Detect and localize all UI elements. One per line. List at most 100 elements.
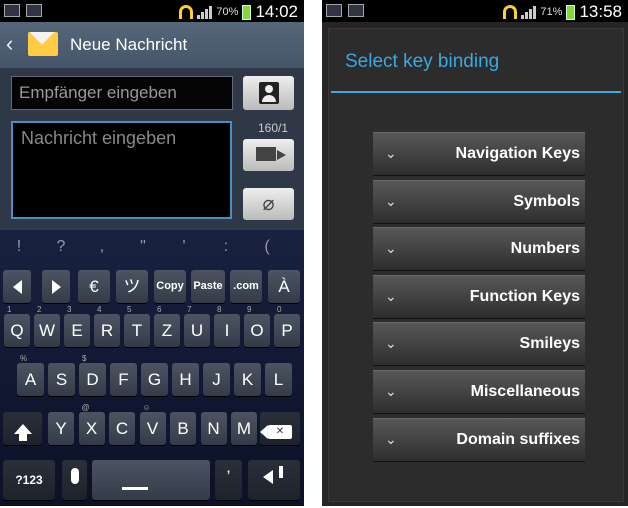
recipient-input[interactable]: Empfänger eingeben [11,76,233,110]
comma-key[interactable]: ’ [215,460,242,500]
punct-key[interactable]: ( [252,238,282,256]
key-label: A [24,370,37,389]
status-clock: 14:02 [255,2,298,21]
key-binding-dialog: Select key binding ⌄ Navigation Keys ⌄ Sym… [328,28,624,502]
option-navigation-keys[interactable]: ⌄ Navigation Keys [373,132,585,176]
cursor-right-key[interactable] [42,270,70,303]
key-j[interactable]: J [203,363,230,396]
voice-input-key[interactable] [62,460,87,500]
option-numbers[interactable]: ⌄ Numbers [373,227,585,271]
key-hint: $ [82,354,87,363]
key-p[interactable]: P0 [274,305,300,347]
key-label: N [207,419,220,438]
paste-key[interactable]: Paste [191,270,225,303]
symbols-mode-key[interactable]: ?123 [3,460,55,500]
chevron-down-icon: ⌄ [385,383,397,399]
action-bar: ‹ Neue Nachricht [0,22,304,68]
key-o[interactable]: O9 [244,305,270,347]
accent-key[interactable]: À [268,270,300,303]
contact-icon [259,82,279,104]
send-button[interactable] [243,139,294,171]
key-x[interactable]: X @ [78,403,105,445]
key-label: O [250,321,264,340]
key-k[interactable]: K [234,363,261,396]
copy-key[interactable]: Copy [154,270,186,303]
key-label: P [281,321,293,340]
signal-icon [521,5,537,19]
key-label: E [71,321,83,340]
key-b[interactable]: B [170,412,196,445]
enter-key[interactable] [248,460,300,500]
chevron-down-icon: ⌄ [385,193,397,209]
key-z[interactable]: Z6 [154,305,180,347]
cursor-left-key[interactable] [3,270,31,303]
key-hint: 8 [217,305,222,314]
key-q[interactable]: Q1 [4,305,30,347]
option-smileys[interactable]: ⌄ Smileys [373,322,585,366]
smiley-key[interactable]: ツ [116,270,148,303]
key-i[interactable]: I8 [214,305,240,347]
message-input[interactable]: Nachricht eingeben [11,121,232,219]
key-s[interactable]: S [48,363,75,396]
option-function-keys[interactable]: ⌄ Function Keys [373,275,585,319]
key-m[interactable]: M [231,412,257,445]
key-v[interactable]: V ☺ [139,403,166,445]
punct-key[interactable]: ! [4,238,34,256]
status-clock: 13:58 [579,2,622,21]
option-miscellaneous[interactable]: ⌄ Miscellaneous [373,370,585,414]
key-f[interactable]: F [110,363,137,396]
battery-icon [566,4,576,20]
shift-key[interactable] [3,412,42,445]
key-n[interactable]: N [200,412,227,445]
soft-keyboard: ! ? , " ' : ( € ツ Copy Paste .com À ✕ ?1… [0,230,304,506]
key-w[interactable]: W2 [34,305,60,347]
key-label: F [118,370,129,389]
chevron-down-icon: ⌄ [385,240,397,256]
option-symbols[interactable]: ⌄ Symbols [373,180,585,224]
space-key[interactable] [92,460,210,500]
key-label: G [147,370,162,389]
key-y[interactable]: Y [48,412,74,445]
key-l[interactable]: L [265,363,292,396]
shift-icon [13,424,32,441]
key-a[interactable]: A% [17,354,44,396]
contact-picker-button[interactable] [243,76,294,110]
signal-icon [197,5,213,19]
send-icon [256,147,286,161]
dialog-divider [331,91,621,93]
punct-key[interactable]: , [87,238,117,256]
key-g[interactable]: G [141,363,168,396]
key-label: S [55,370,68,389]
key-label: U [190,321,204,340]
dotcom-key[interactable]: .com [230,270,262,303]
key-h[interactable]: H [172,363,199,396]
key-label: Y [55,419,67,438]
keyboard-notification-icon [348,4,364,17]
punct-key[interactable]: : [211,238,241,256]
key-u[interactable]: U7 [184,305,210,347]
wifi-icon [503,5,518,19]
key-r[interactable]: R4 [94,305,120,347]
option-domain-suffixes[interactable]: ⌄ Domain suffixes [373,418,585,462]
punct-key[interactable]: ' [169,238,199,256]
key-e[interactable]: E3 [64,305,90,347]
punct-key[interactable]: ? [46,238,76,256]
attach-button[interactable]: ⌀ [243,188,294,220]
key-label: J [212,370,221,389]
battery-icon [242,4,252,20]
backspace-key[interactable]: ✕ [260,412,300,445]
euro-key[interactable]: € [78,270,110,303]
battery-percentage: 71% [540,6,563,18]
key-hint: @ [81,403,90,412]
punct-key[interactable]: " [128,238,158,256]
arrow-left-icon [12,280,22,294]
envelope-icon [28,32,58,56]
right-phone-screen: 71% 13:58 Select key binding ⌄ Navigation… [322,0,628,506]
key-c[interactable]: C [109,412,135,445]
chevron-left-icon[interactable]: ‹ [6,31,13,57]
battery-percentage: 70% [216,6,239,18]
backspace-icon: ✕ [260,425,292,439]
key-d[interactable]: D $ [79,354,106,396]
key-t[interactable]: T5 [124,305,150,347]
key-label: M [236,419,252,438]
